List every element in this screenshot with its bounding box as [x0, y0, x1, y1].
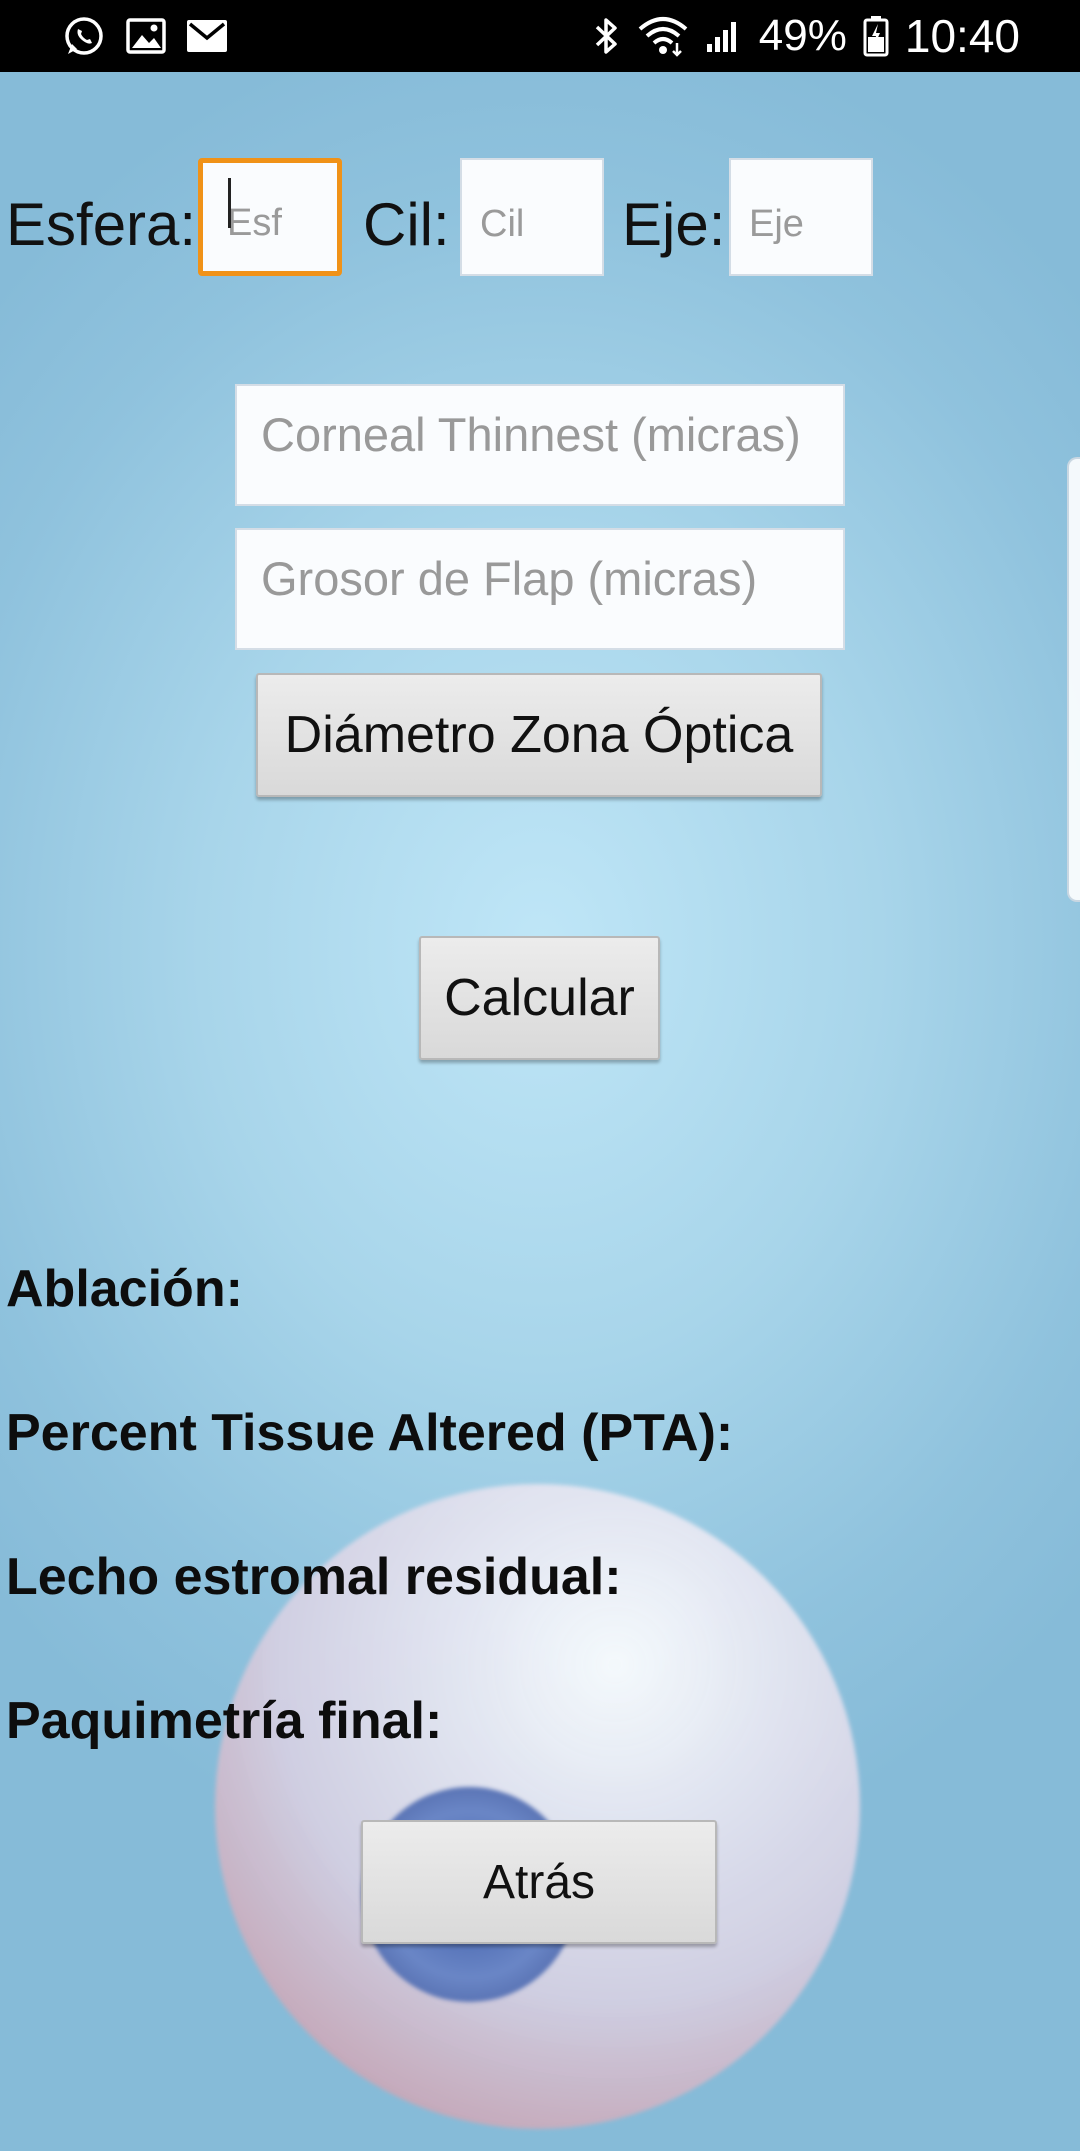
- grosor-flap-input[interactable]: [235, 528, 845, 650]
- lecho-estromal-label: Lecho estromal residual:: [6, 1548, 622, 1606]
- clock: 10:40: [904, 10, 1020, 62]
- corneal-thinnest-input[interactable]: [235, 384, 845, 506]
- esfera-input[interactable]: [198, 158, 342, 276]
- paquimetria-final-label: Paquimetría final:: [6, 1692, 443, 1750]
- diametro-zona-optica-button[interactable]: Diámetro Zona Óptica: [256, 673, 822, 797]
- app-screen: Esfera: Cil: Eje: Diámetro Zona Óptica C…: [0, 72, 1080, 2151]
- bluetooth-icon: [593, 15, 621, 57]
- eje-input[interactable]: [729, 158, 873, 276]
- cil-label: Cil:: [363, 191, 450, 258]
- whatsapp-icon: [62, 14, 106, 58]
- eje-label: Eje:: [622, 191, 726, 258]
- pta-label: Percent Tissue Altered (PTA):: [6, 1404, 734, 1462]
- gallery-icon: [126, 18, 166, 54]
- status-bar-system: 49% 10:40: [593, 8, 1020, 64]
- atras-button[interactable]: Atrás: [361, 1820, 717, 1944]
- battery-icon: [863, 15, 889, 57]
- battery-percentage: 49%: [758, 11, 847, 60]
- esfera-label: Esfera:: [6, 191, 197, 258]
- text-cursor: [228, 178, 231, 228]
- email-icon: [186, 19, 228, 53]
- calcular-button[interactable]: Calcular: [419, 936, 660, 1060]
- cil-input[interactable]: [460, 158, 604, 276]
- status-bar: 49% 10:40: [0, 0, 1080, 72]
- edge-panel-handle[interactable]: [1067, 457, 1080, 902]
- status-bar-notifications: [62, 14, 228, 58]
- signal-icon: [705, 18, 743, 54]
- ablacion-label: Ablación:: [6, 1260, 243, 1318]
- wifi-icon: [637, 15, 689, 57]
